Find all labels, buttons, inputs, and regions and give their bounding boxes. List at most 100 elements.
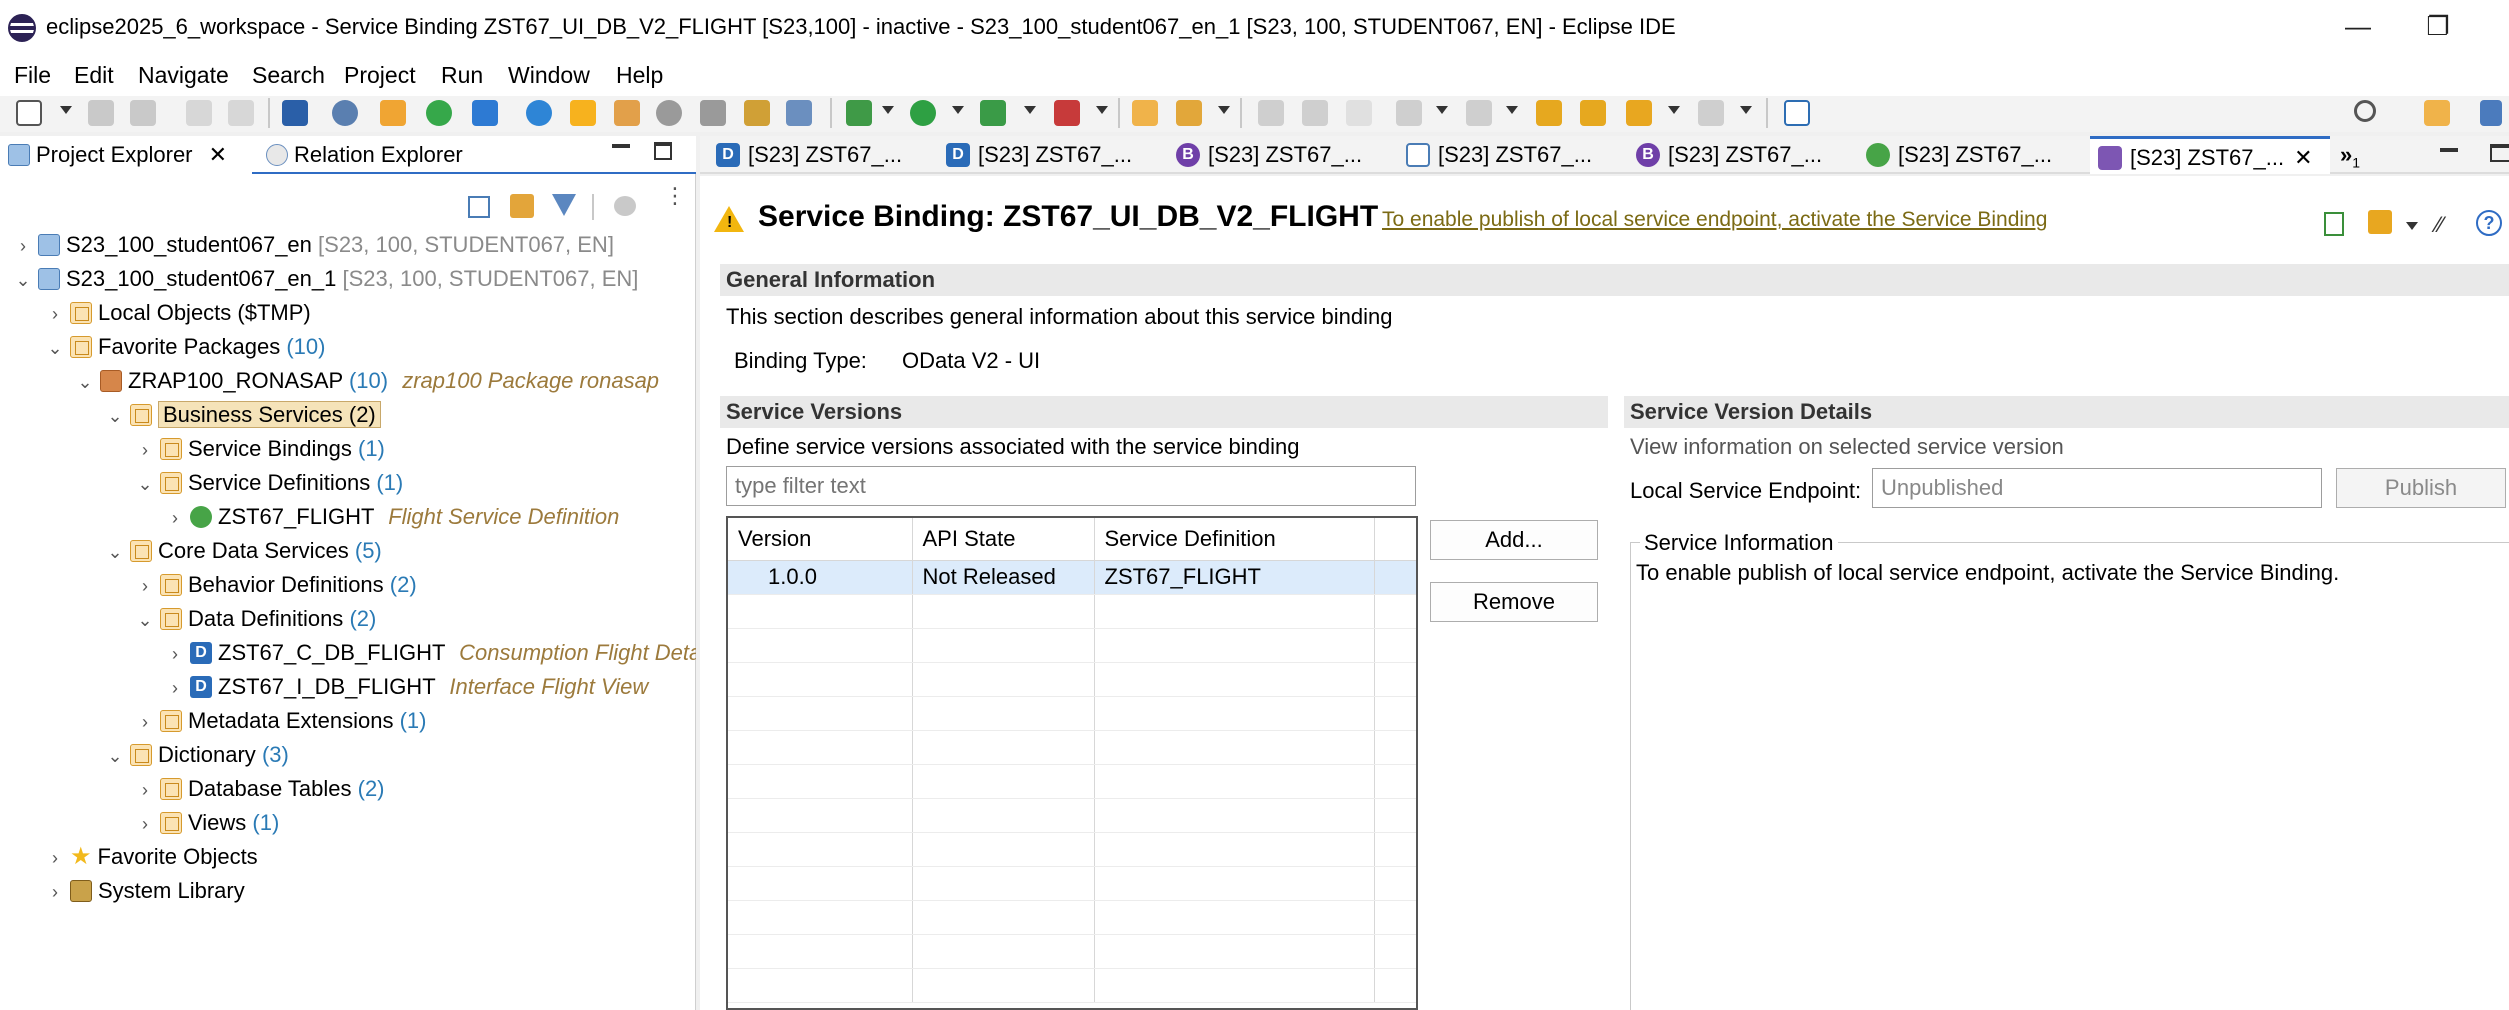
tree-item-database-tables[interactable]: › Database Tables (2) (136, 772, 385, 805)
menu-file[interactable]: File (14, 54, 51, 96)
table-row[interactable]: 1.0.0 Not Released ZST67_FLIGHT (728, 560, 1416, 595)
redo-icon[interactable] (228, 100, 254, 126)
menu-navigate[interactable]: Navigate (138, 54, 229, 96)
activate-icon[interactable] (472, 100, 498, 126)
new-icon[interactable] (16, 100, 42, 126)
tree-item-behavior-definitions[interactable]: › Behavior Definitions (2) (136, 568, 417, 601)
collapse-all-icon[interactable] (468, 196, 490, 218)
tree-item-views[interactable]: › Views (1) (136, 806, 279, 839)
back-dropdown-icon[interactable] (1668, 106, 1680, 114)
last-edit-icon[interactable] (1536, 100, 1562, 126)
open-folder-icon[interactable] (1132, 100, 1158, 126)
coverage-dropdown-icon[interactable] (1024, 106, 1036, 114)
tree-item-local-objects[interactable]: › Local Objects ($TMP) (46, 296, 311, 329)
console-icon[interactable] (282, 100, 308, 126)
coverage-icon[interactable] (980, 100, 1006, 126)
tree-item-business-services[interactable]: ⌄ Business Services (2) (106, 398, 381, 431)
link-with-editor-icon[interactable] (510, 194, 534, 218)
remove-version-button[interactable]: Remove (1430, 582, 1598, 622)
tree-item-project-en-1[interactable]: ⌄ S23_100_student067_en_1 [S23, 100, STUD… (14, 262, 638, 295)
save-icon[interactable] (88, 100, 114, 126)
whitespace-icon[interactable] (1346, 100, 1372, 126)
run-abap-icon[interactable] (426, 100, 452, 126)
editor-tab-6[interactable]: [S23] ZST67_... (1858, 136, 2052, 174)
menu-window[interactable]: Window (508, 54, 590, 96)
menu-project[interactable]: Project (344, 54, 416, 96)
open-perspective-icon[interactable] (2424, 100, 2450, 126)
edit-icon[interactable]: ⁄⁄ (2436, 212, 2462, 237)
link-icon[interactable] (786, 100, 812, 126)
chevron-right-icon[interactable]: › (136, 706, 154, 739)
tree-item-service-definitions[interactable]: ⌄ Service Definitions (1) (136, 466, 403, 499)
publish-button[interactable]: Publish (2336, 468, 2506, 508)
tree-item-favorite-objects[interactable]: › ★ Favorite Objects (46, 840, 258, 873)
chevron-right-icon[interactable]: › (136, 774, 154, 807)
tab-relation-explorer[interactable]: Relation Explorer (260, 136, 463, 174)
chevron-down-icon[interactable]: ⌄ (14, 264, 32, 297)
tree-item-favorite-packages[interactable]: ⌄ Favorite Packages (10) (46, 330, 325, 363)
filter-input[interactable] (726, 466, 1416, 506)
editor-tab-overflow[interactable]: »1 (2332, 136, 2360, 174)
tree-item-zst67-flight[interactable]: › ZST67_FLIGHT Flight Service Definition (166, 500, 619, 533)
external-tools-icon[interactable] (1054, 100, 1080, 126)
chevron-down-icon[interactable]: ⌄ (106, 740, 124, 773)
editor-tab-5[interactable]: B [S23] ZST67_... (1628, 136, 1822, 174)
editor-tab-1[interactable]: D [S23] ZST67_... (708, 136, 902, 174)
chevron-right-icon[interactable]: › (166, 638, 184, 669)
chevron-right-icon[interactable]: › (46, 842, 64, 875)
chevron-right-icon[interactable]: › (166, 502, 184, 535)
column-header-api-state[interactable]: API State (912, 518, 1095, 561)
tree-item-data-definitions[interactable]: ⌄ Data Definitions (2) (136, 602, 376, 635)
menu-run[interactable]: Run (441, 54, 483, 96)
restore-button[interactable]: ❐ (2408, 8, 2468, 44)
spark-icon[interactable] (570, 100, 596, 126)
tree-item-zrap100-package[interactable]: ⌄ ZRAP100_RONASAP (10) zrap100 Package ro… (76, 364, 659, 397)
chevron-down-icon[interactable]: ⌄ (136, 468, 154, 501)
chevron-right-icon[interactable]: › (166, 672, 184, 705)
abap-perspective-icon[interactable] (2480, 100, 2502, 126)
editor-tab-3[interactable]: B [S23] ZST67_... (1168, 136, 1362, 174)
share-icon[interactable] (2368, 210, 2392, 234)
pin-editor-icon[interactable] (1784, 100, 1810, 126)
debug-icon[interactable] (846, 100, 872, 126)
undo-icon[interactable] (186, 100, 212, 126)
tree-item-metadata-extensions[interactable]: › Metadata Extensions (1) (136, 704, 426, 737)
editor-tab-2[interactable]: D [S23] ZST67_... (938, 136, 1132, 174)
search-icon[interactable] (2354, 100, 2376, 122)
new-dropdown-icon[interactable] (60, 106, 72, 114)
previous-annotation-icon[interactable] (1466, 100, 1492, 126)
run-dropdown-icon[interactable] (952, 106, 964, 114)
check-icon[interactable] (526, 100, 552, 126)
block-select-icon[interactable] (1302, 100, 1328, 126)
add-version-button[interactable]: Add... (1430, 520, 1598, 560)
back-icon[interactable] (1626, 100, 1652, 126)
next-annotation-dropdown-icon[interactable] (1436, 106, 1448, 114)
tree-item-zst67-c-db-flight[interactable]: › D ZST67_C_DB_FLIGHT Consumption Flight D… (166, 636, 696, 669)
next-annotation-icon[interactable] (1396, 100, 1422, 126)
tree-item-service-bindings[interactable]: › Service Bindings (1) (136, 432, 385, 465)
filter-icon[interactable] (552, 194, 576, 216)
chevron-right-icon[interactable]: › (136, 808, 154, 841)
debug-dropdown-icon[interactable] (882, 106, 894, 114)
local-service-endpoint-field[interactable]: Unpublished (1872, 468, 2322, 508)
tree-item-core-data-services[interactable]: ⌄ Core Data Services (5) (106, 534, 381, 567)
editor-tab-4[interactable]: [S23] ZST67_... (1398, 136, 1592, 174)
menu-edit[interactable]: Edit (74, 54, 114, 96)
tab-project-explorer[interactable]: Project Explorer ✕ (0, 136, 252, 174)
save-all-icon[interactable] (130, 100, 156, 126)
minimize-editor-icon[interactable] (2440, 148, 2458, 152)
editor-tab-7-active[interactable]: [S23] ZST67_... ✕ (2090, 136, 2330, 174)
open-abap-object-icon[interactable] (380, 100, 406, 126)
chevron-down-icon[interactable]: ⌄ (106, 400, 124, 433)
chevron-down-icon[interactable]: ⌄ (46, 332, 64, 365)
view-menu-icon[interactable]: ⋮ (664, 185, 686, 220)
chevron-down-icon[interactable]: ⌄ (136, 604, 154, 637)
maximize-view-icon[interactable] (654, 142, 672, 160)
forward-icon[interactable] (1698, 100, 1724, 126)
menu-help[interactable]: Help (616, 54, 663, 96)
help-icon[interactable]: ? (2476, 210, 2502, 236)
chevron-right-icon[interactable]: › (14, 230, 32, 263)
wand-dropdown-icon[interactable] (1218, 106, 1230, 114)
tree-item-project-en[interactable]: › S23_100_student067_en [S23, 100, STUDEN… (14, 228, 614, 261)
chevron-right-icon[interactable]: › (46, 298, 64, 331)
